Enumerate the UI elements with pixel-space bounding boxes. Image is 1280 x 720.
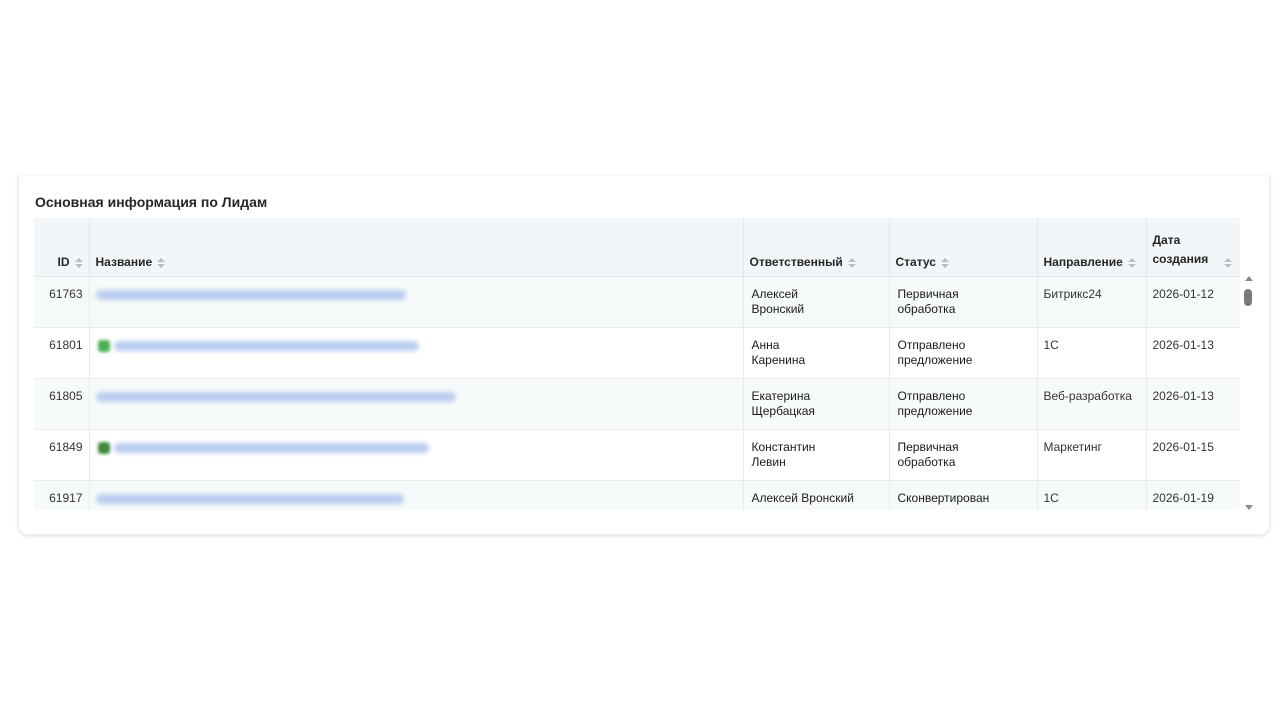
- column-header-id[interactable]: ID: [34, 218, 90, 277]
- sort-icon[interactable]: [157, 257, 166, 268]
- scrollbar-thumb[interactable]: [1244, 289, 1252, 306]
- cell-status: Первичная обработка: [889, 276, 1038, 328]
- cell-responsible: Алексей Вронский: [743, 276, 890, 328]
- cell-date: 2026-01-19: [1146, 480, 1240, 514]
- column-header-label: Название: [95, 255, 153, 269]
- blurred-link-text[interactable]: [95, 494, 404, 504]
- cell-status: Отправлено предложение: [889, 327, 1038, 379]
- cell-responsible: Алексей Вронский: [743, 480, 890, 514]
- column-header-label: Дата: [1152, 233, 1181, 247]
- blurred-link-text[interactable]: [95, 392, 456, 402]
- cell-status: Сконвертирован: [889, 480, 1038, 514]
- blurred-link-text[interactable]: [113, 341, 419, 351]
- cell-id: 61763: [34, 276, 90, 328]
- cell-id: 61801: [34, 327, 90, 379]
- column-header-label: Статус: [895, 255, 936, 269]
- blurred-link-text[interactable]: [113, 443, 429, 453]
- cell-direction: Маркетинг: [1037, 429, 1147, 481]
- column-header-status[interactable]: Статус: [889, 218, 1038, 277]
- column-header-date[interactable]: Дата создания: [1146, 218, 1240, 277]
- cell-status: Отправлено предложение: [889, 378, 1038, 430]
- cell-name-link[interactable]: [89, 378, 744, 430]
- leads-table-container[interactable]: ID Название Ответственный Статус Направл…: [34, 218, 1247, 516]
- scroll-up-arrow-icon[interactable]: [1245, 276, 1253, 281]
- scroll-down-arrow-icon[interactable]: [1245, 505, 1253, 510]
- sort-icon[interactable]: [74, 257, 83, 268]
- column-header-direction[interactable]: Направление: [1037, 218, 1147, 277]
- column-header-responsible[interactable]: Ответственный: [743, 218, 890, 277]
- column-header-name[interactable]: Название: [89, 218, 744, 277]
- cell-date: 2026-01-15: [1146, 429, 1240, 481]
- company-icon: [97, 340, 110, 352]
- table-row[interactable]: 61801 Анна Каренина Отправлено предложен…: [34, 327, 1240, 379]
- cell-direction: Битрикс24: [1037, 276, 1147, 328]
- sort-icon[interactable]: [940, 257, 949, 268]
- table-row[interactable]: 61849 Константин Левин Первичная обработ…: [34, 429, 1240, 481]
- cell-responsible: Константин Левин: [743, 429, 890, 481]
- cell-date: 2026-01-13: [1146, 378, 1240, 430]
- table-header-row: ID Название Ответственный Статус Направл…: [34, 218, 1240, 277]
- column-header-label: Направление: [1043, 255, 1123, 269]
- cell-name-link[interactable]: [89, 327, 744, 379]
- cell-status: Первичная обработка: [889, 429, 1038, 481]
- table-row[interactable]: 61805 Екатерина Щербацкая Отправлено пре…: [34, 378, 1240, 430]
- cell-direction: 1С: [1037, 327, 1147, 379]
- cell-date: 2026-01-12: [1146, 276, 1240, 328]
- sort-icon[interactable]: [1224, 258, 1232, 268]
- column-header-label: ID: [57, 255, 70, 269]
- cell-name-link[interactable]: [89, 429, 744, 481]
- table-row[interactable]: 61917 Алексей Вронский Сконвертирован 1С…: [34, 480, 1240, 514]
- cell-direction: 1С: [1037, 480, 1147, 514]
- sort-icon[interactable]: [1127, 257, 1136, 268]
- leads-panel: Основная информация по Лидам ID Название: [18, 176, 1270, 535]
- cell-name-link[interactable]: [89, 276, 744, 328]
- company-icon: [97, 442, 110, 454]
- cell-name-link[interactable]: [89, 480, 744, 514]
- column-header-label: Ответственный: [749, 255, 843, 269]
- leads-table: ID Название Ответственный Статус Направл…: [34, 218, 1240, 516]
- cell-id: 61805: [34, 378, 90, 430]
- cell-responsible: Екатерина Щербацкая: [743, 378, 890, 430]
- cell-id: 61849: [34, 429, 90, 481]
- table-bottom-edge: [34, 510, 1247, 516]
- sort-icon[interactable]: [847, 257, 856, 268]
- table-row[interactable]: 61763 Алексей Вронский Первичная обработ…: [34, 276, 1240, 328]
- column-header-label: создания: [1152, 252, 1209, 266]
- cell-id: 61917: [34, 480, 90, 514]
- cell-responsible: Анна Каренина: [743, 327, 890, 379]
- cell-direction: Веб-разработка: [1037, 378, 1147, 430]
- panel-title: Основная информация по Лидам: [35, 194, 268, 210]
- cell-date: 2026-01-13: [1146, 327, 1240, 379]
- blurred-link-text[interactable]: [95, 290, 406, 300]
